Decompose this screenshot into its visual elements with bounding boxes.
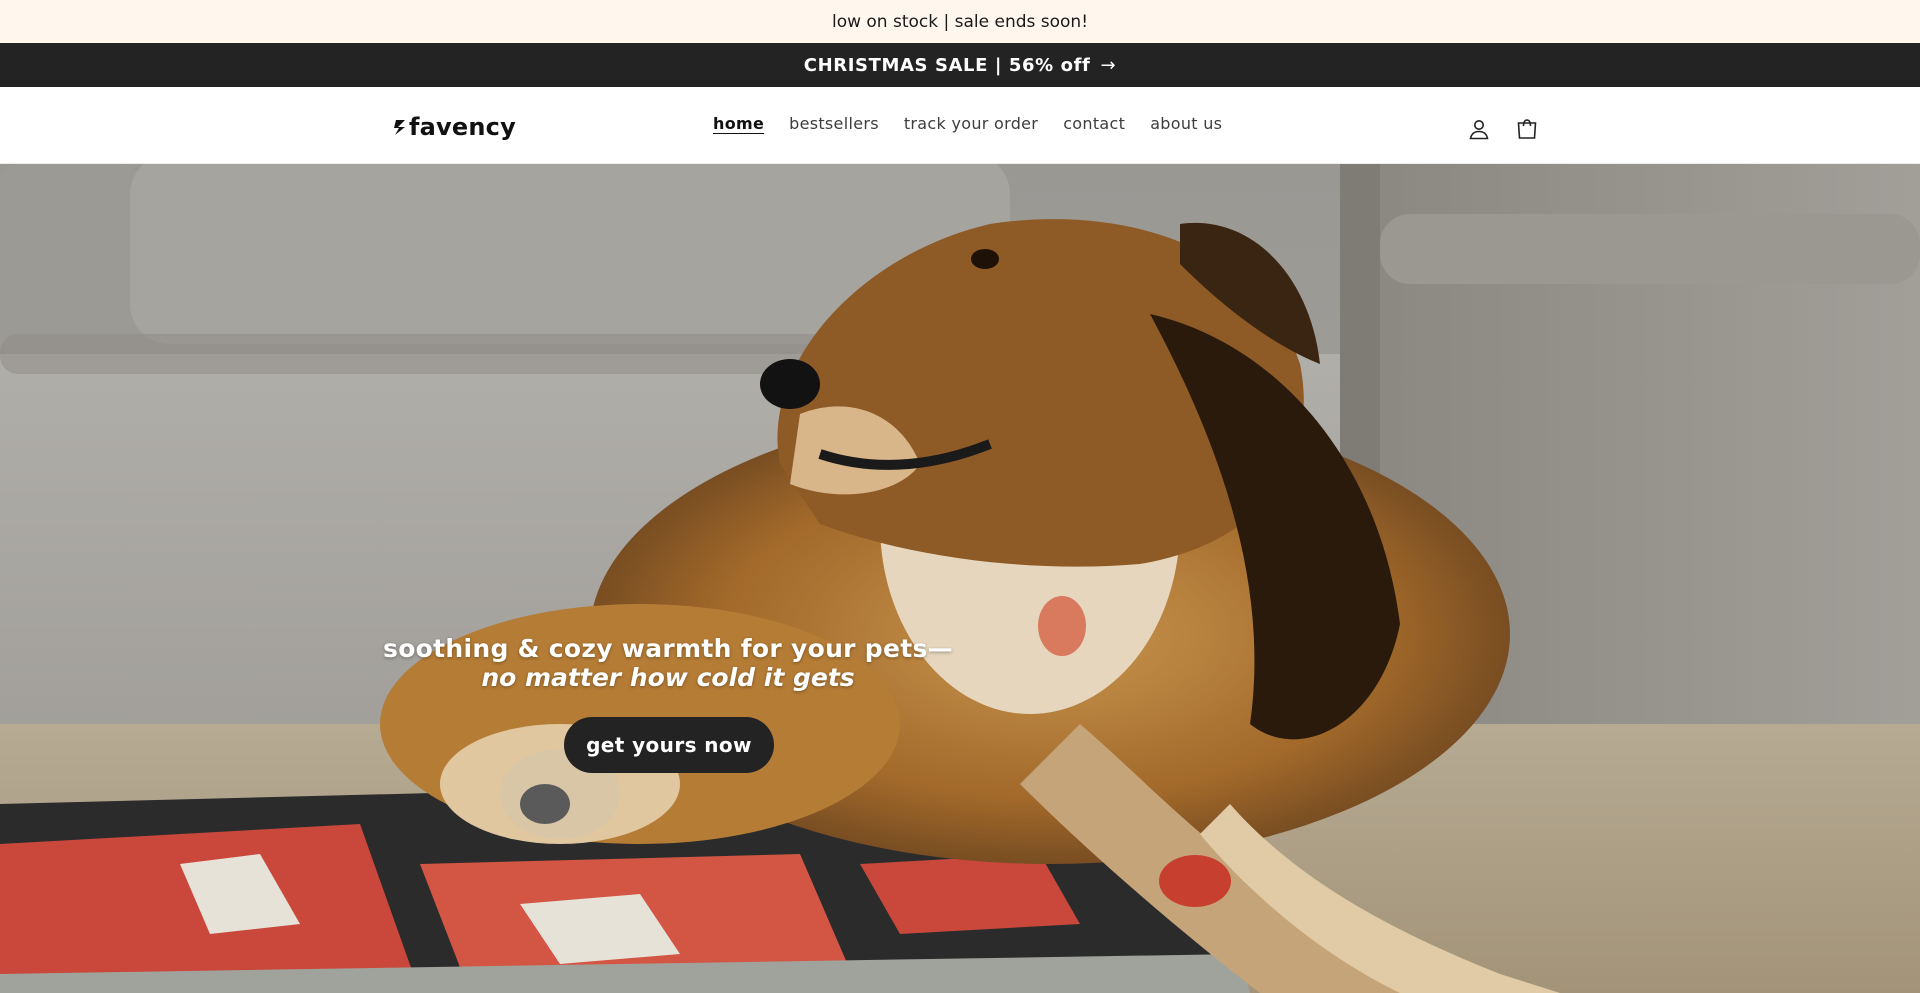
cart-icon[interactable] — [1514, 116, 1540, 142]
hero-subheadline: no matter how cold it gets — [481, 663, 855, 692]
nav-item-contact[interactable]: contact — [1063, 114, 1125, 133]
sale-banner[interactable]: CHRISTMAS SALE | 56% off → — [0, 43, 1920, 87]
hero-image — [0, 164, 1920, 993]
logo-text: favency — [409, 113, 516, 141]
main-nav: home bestsellers track your order contac… — [713, 114, 1247, 133]
arrow-right-icon: → — [1100, 54, 1117, 76]
hero-headline: soothing & cozy warmth for your pets— — [383, 634, 953, 663]
site-header: favency home bestsellers track your orde… — [0, 87, 1920, 164]
sale-banner-text: CHRISTMAS SALE | 56% off — [803, 54, 1091, 76]
header-actions — [1466, 116, 1540, 142]
nav-item-track-your-order[interactable]: track your order — [904, 114, 1038, 133]
hero-text: soothing & cozy warmth for your pets— no… — [368, 634, 968, 692]
nav-item-about-us[interactable]: about us — [1150, 114, 1222, 133]
nav-item-bestsellers[interactable]: bestsellers — [789, 114, 879, 133]
hero-banner: soothing & cozy warmth for your pets— no… — [0, 164, 1920, 993]
logo[interactable]: favency — [393, 113, 516, 141]
announcement-bar: low on stock | sale ends soon! — [0, 0, 1920, 43]
get-yours-now-button[interactable]: get yours now — [564, 717, 774, 773]
logo-mark-icon — [394, 120, 405, 135]
account-icon[interactable] — [1466, 116, 1492, 142]
nav-item-home[interactable]: home — [713, 114, 764, 133]
announcement-text: low on stock | sale ends soon! — [831, 11, 1089, 32]
